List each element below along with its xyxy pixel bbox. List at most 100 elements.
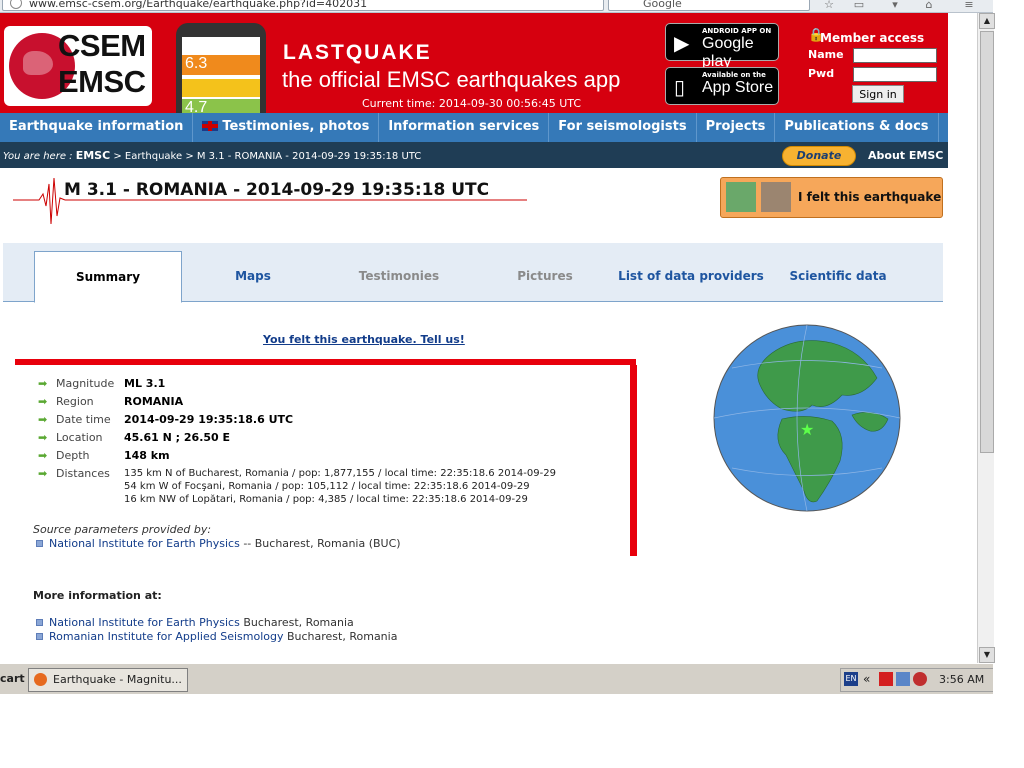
tell-us-link[interactable]: You felt this earthquake. Tell us! xyxy=(263,333,465,346)
more-info-place: Bucharest, Romania xyxy=(286,630,398,643)
tab-scientific-data[interactable]: Scientific data xyxy=(765,251,911,301)
green-arrow-icon: ➡ xyxy=(38,449,48,462)
breadcrumb-root-link[interactable]: EMSC xyxy=(76,149,110,162)
member-access-title: Member access xyxy=(820,31,925,45)
phone-screen: 6.3 4.7 xyxy=(182,37,260,113)
more-info-link[interactable]: Romanian Institute for Applied Seismolog… xyxy=(49,630,283,643)
tab-maps[interactable]: Maps xyxy=(180,251,326,301)
menu-icon[interactable]: ≡ xyxy=(962,0,976,11)
more-info-row: Romanian Institute for Applied Seismolog… xyxy=(49,630,397,643)
scroll-thumb[interactable] xyxy=(980,31,994,453)
green-arrow-icon: ➡ xyxy=(38,395,48,408)
nav-testimonies-photos[interactable]: Testimonies, photos xyxy=(193,113,380,142)
more-info-row: National Institute for Earth Physics Buc… xyxy=(49,616,354,629)
bookmark-star-icon[interactable]: ☆ xyxy=(822,0,836,11)
map-thumbnail xyxy=(726,182,756,212)
breadcrumb-bar: You are here : EMSC > Earthquake > M 3.1… xyxy=(0,142,948,168)
tab-data-providers[interactable]: List of data providers xyxy=(618,251,764,301)
green-arrow-icon: ➡ xyxy=(38,431,48,444)
pwd-label: Pwd xyxy=(808,67,835,80)
scroll-up-button[interactable]: ▲ xyxy=(979,13,995,29)
location-globe-map[interactable]: ★ xyxy=(712,323,902,513)
distance-line: 16 km NW of Lopătari, Romania / pop: 4,3… xyxy=(124,494,528,505)
home-icon[interactable]: ⌂ xyxy=(922,0,936,11)
source-suffix: -- Bucharest, Romania (BUC) xyxy=(243,537,401,550)
phone-magnitude: 4.7 xyxy=(185,99,208,113)
shield-tray-icon[interactable] xyxy=(913,672,927,686)
bullet-icon xyxy=(36,540,43,547)
main-nav: Earthquake information Testimonies, phot… xyxy=(0,113,948,142)
logo-text-emsc: EMSC xyxy=(58,64,146,99)
address-bar[interactable]: www.emsc-csem.org/Earthquake/earthquake.… xyxy=(2,0,604,11)
logo-text-csem: CSEM xyxy=(58,28,146,63)
network-tray-icon[interactable] xyxy=(896,672,910,686)
taskbar-window-label: Earthquake - Magnitu... xyxy=(53,673,182,686)
breadcrumb: You are here : EMSC > Earthquake > M 3.1… xyxy=(3,149,422,162)
search-bar[interactable]: Google xyxy=(608,0,810,11)
os-taskbar: cart Earthquake - Magnitu... EN « 3:56 A… xyxy=(0,663,993,694)
name-label: Name xyxy=(808,48,844,61)
lastquake-phone-image: 6.3 4.7 xyxy=(176,23,266,113)
browser-toolbar: www.emsc-csem.org/Earthquake/earthquake.… xyxy=(0,0,993,13)
system-tray: EN « 3:56 AM xyxy=(840,668,993,692)
more-info-place: Bucharest, Romania xyxy=(243,616,354,629)
about-emsc-link[interactable]: About EMSC xyxy=(868,149,943,162)
nav-information-services[interactable]: Information services xyxy=(379,113,550,142)
downloads-icon[interactable]: ▾ xyxy=(888,0,902,11)
nav-earthquake-information[interactable]: Earthquake information xyxy=(0,113,194,142)
green-arrow-icon: ➡ xyxy=(38,377,48,390)
more-info-link[interactable]: National Institute for Earth Physics xyxy=(49,616,240,629)
nav-for-seismologists[interactable]: For seismologists xyxy=(549,113,697,142)
source-label: Source parameters provided by: xyxy=(33,523,212,536)
source-link[interactable]: National Institute for Earth Physics xyxy=(49,537,240,550)
i-felt-this-label[interactable]: I felt this earthquake xyxy=(798,190,941,204)
nav-publications-docs[interactable]: Publications & docs xyxy=(775,113,939,142)
epicenter-star-icon: ★ xyxy=(800,420,814,439)
current-time: Current time: 2014-09-30 00:56:45 UTC xyxy=(362,97,581,110)
address-text[interactable]: www.emsc-csem.org/Earthquake/earthquake.… xyxy=(29,0,367,10)
green-arrow-icon: ➡ xyxy=(38,467,48,480)
source-link-row: National Institute for Earth Physics -- … xyxy=(49,537,401,550)
site-identity-icon[interactable] xyxy=(10,0,22,9)
bookmarks-icon[interactable]: ▭ xyxy=(852,0,866,11)
firefox-icon xyxy=(34,673,47,686)
damage-photo-thumbnail xyxy=(761,182,791,212)
event-tabs: Summary Maps Testimonies Pictures List o… xyxy=(3,243,943,303)
tray-expand-icon[interactable]: « xyxy=(863,672,870,686)
green-arrow-icon: ➡ xyxy=(38,413,48,426)
web-page: CSEM EMSC 6.3 4.7 LASTQUAKE the official… xyxy=(0,13,977,663)
uk-flag-icon xyxy=(202,121,219,131)
play-triangle-icon: ▶ xyxy=(674,31,690,55)
app-title: LASTQUAKE xyxy=(283,41,432,64)
phone-icon: ▯ xyxy=(674,75,686,99)
name-input[interactable] xyxy=(853,48,937,63)
antivirus-tray-icon[interactable] xyxy=(879,672,893,686)
csem-emsc-logo[interactable]: CSEM EMSC xyxy=(4,26,152,106)
google-play-badge[interactable]: ▶ ANDROID APP ON Google play xyxy=(665,23,779,70)
start-button[interactable]: cart xyxy=(0,668,25,690)
phone-magnitude: 6.3 xyxy=(185,55,208,72)
tab-pictures[interactable]: Pictures xyxy=(472,251,618,301)
bullet-icon xyxy=(36,619,43,626)
tab-testimonies[interactable]: Testimonies xyxy=(326,251,472,301)
page-title: M 3.1 - ROMANIA - 2014-09-29 19:35:18 UT… xyxy=(64,180,490,200)
sign-in-button[interactable]: Sign in xyxy=(852,85,904,103)
red-frame-top xyxy=(15,359,636,365)
taskbar-window-button[interactable]: Earthquake - Magnitu... xyxy=(28,668,188,692)
bullet-icon xyxy=(36,633,43,640)
nav-projects[interactable]: Projects xyxy=(697,113,776,142)
breadcrumb-trail[interactable]: > Earthquake > M 3.1 - ROMANIA - 2014-09… xyxy=(110,151,421,162)
i-felt-this-button[interactable]: I felt this earthquake xyxy=(720,177,943,218)
site-header: CSEM EMSC 6.3 4.7 LASTQUAKE the official… xyxy=(0,13,948,113)
more-info-heading: More information at: xyxy=(33,589,162,602)
scroll-down-button[interactable]: ▼ xyxy=(979,647,995,663)
donate-button[interactable]: Donate xyxy=(782,146,856,166)
search-placeholder[interactable]: Google xyxy=(643,0,682,10)
app-subtitle: the official EMSC earthquakes app xyxy=(282,67,621,92)
tab-summary[interactable]: Summary xyxy=(34,251,182,303)
distance-line: 135 km N of Bucharest, Romania / pop: 1,… xyxy=(124,468,556,479)
password-input[interactable] xyxy=(853,67,937,82)
vertical-scrollbar[interactable]: ▲ ▼ xyxy=(977,13,995,663)
language-indicator[interactable]: EN xyxy=(844,672,858,686)
app-store-badge[interactable]: ▯ Available on the App Store xyxy=(665,67,779,105)
